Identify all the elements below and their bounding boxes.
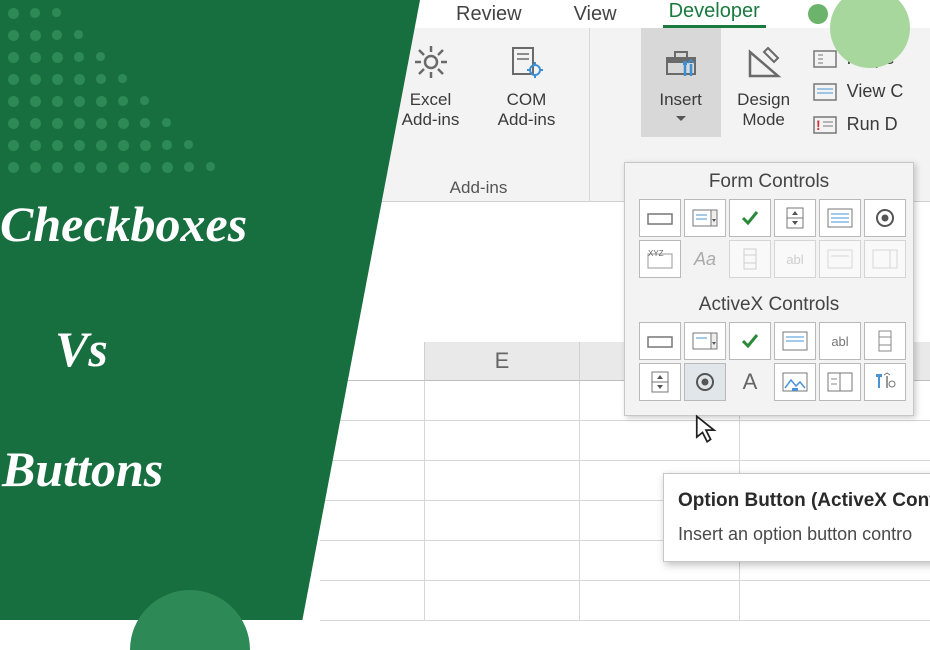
form-checkbox-icon[interactable]	[729, 199, 771, 237]
form-groupbox-icon[interactable]: XYZ	[639, 240, 681, 278]
grid-cell[interactable]	[425, 581, 580, 620]
activex-textbox-icon[interactable]: abl	[819, 322, 861, 360]
insert-controls-popup: Form Controls XYZ Aa abl ActiveX Control…	[624, 162, 914, 416]
activex-controls-grid: abl A	[625, 322, 913, 409]
svg-text:!: !	[816, 117, 821, 133]
activex-toggle-icon[interactable]	[819, 363, 861, 401]
form-textfield-icon[interactable]: abl	[774, 240, 816, 278]
grid-cell[interactable]	[320, 501, 425, 540]
design-mode-label: Design Mode	[737, 90, 790, 130]
run-dialog-icon: !	[811, 115, 839, 135]
form-controls-label: Form Controls	[625, 163, 913, 199]
form-listedit-icon[interactable]	[864, 240, 906, 278]
view-code-icon	[811, 82, 839, 102]
grid-cell[interactable]	[425, 501, 580, 540]
form-scrollbar-icon[interactable]	[729, 240, 771, 278]
ribbon-tabs: Review View Developer	[450, 0, 766, 28]
activex-image-icon[interactable]	[774, 363, 816, 401]
insert-label: Insert	[659, 90, 702, 110]
grid-cell[interactable]	[425, 381, 580, 420]
form-combolist-icon[interactable]	[819, 240, 861, 278]
grid-row	[320, 421, 930, 461]
activex-listbox-icon[interactable]	[774, 322, 816, 360]
form-listbox-icon[interactable]	[819, 199, 861, 237]
svg-text:XYZ: XYZ	[648, 249, 664, 258]
title-line-3: Buttons	[2, 440, 163, 498]
view-code-label: View C	[847, 81, 904, 102]
design-mode-button[interactable]: Design Mode	[721, 28, 807, 137]
gear-document-icon	[505, 40, 549, 84]
activex-more-icon[interactable]	[864, 363, 906, 401]
grid-cell[interactable]	[425, 541, 580, 580]
tooltip-popup: Option Button (ActiveX Cont Insert an op…	[663, 473, 930, 562]
grid-cell[interactable]	[425, 421, 580, 460]
dropdown-caret-icon	[676, 116, 686, 122]
form-controls-grid: XYZ Aa abl	[625, 199, 913, 286]
excel-window: Review View Developer Excel Add-ins COM …	[320, 0, 930, 620]
tooltip-title: Option Button (ActiveX Cont	[678, 490, 930, 512]
dots-pattern: // decorative halftone dots — generated …	[0, 0, 220, 180]
properties-icon	[811, 49, 839, 69]
activex-option-icon[interactable]	[684, 363, 726, 401]
grid-cell[interactable]	[580, 581, 740, 620]
form-spin-icon[interactable]	[774, 199, 816, 237]
deco-circle-small	[808, 4, 828, 24]
grid-row	[320, 581, 930, 621]
tab-review[interactable]: Review	[450, 1, 528, 28]
run-dialog-button[interactable]: ! Run D	[807, 112, 908, 137]
activex-controls-label: ActiveX Controls	[625, 286, 913, 322]
tab-developer[interactable]: Developer	[663, 0, 766, 28]
grid-cell[interactable]	[320, 461, 425, 500]
form-label-icon[interactable]: Aa	[684, 240, 726, 278]
activex-checkbox-icon[interactable]	[729, 322, 771, 360]
view-code-button[interactable]: View C	[807, 79, 908, 104]
col-header-e[interactable]: E	[425, 342, 580, 381]
title-line-2: Vs	[55, 320, 108, 378]
activex-scrollbar-icon[interactable]	[864, 322, 906, 360]
tab-view[interactable]: View	[568, 1, 623, 28]
excel-addins-label: Excel Add-ins	[402, 90, 460, 130]
grid-cell[interactable]	[425, 461, 580, 500]
form-combo-icon[interactable]	[684, 199, 726, 237]
form-option-icon[interactable]	[864, 199, 906, 237]
addins-group-label: Add-ins	[450, 178, 508, 198]
gear-icon	[409, 40, 453, 84]
run-dialog-label: Run D	[847, 114, 898, 135]
grid-cell[interactable]	[740, 581, 930, 620]
activex-combo-icon[interactable]	[684, 322, 726, 360]
grid-cell[interactable]	[320, 541, 425, 580]
design-mode-icon	[742, 40, 786, 84]
com-addins-button[interactable]: COM Add-ins	[479, 28, 575, 130]
tooltip-body: Insert an option button contro	[678, 524, 930, 545]
title-line-1: Checkboxes	[0, 195, 247, 253]
grid-cell[interactable]	[740, 421, 930, 460]
toolbox-icon	[659, 40, 703, 84]
grid-cell[interactable]	[320, 581, 425, 620]
activex-spin-icon[interactable]	[639, 363, 681, 401]
activex-label-icon[interactable]: A	[729, 363, 771, 401]
activex-command-icon[interactable]	[639, 322, 681, 360]
insert-dropdown-button[interactable]: Insert	[641, 28, 721, 137]
form-button-icon[interactable]	[639, 199, 681, 237]
mouse-cursor-icon	[694, 414, 718, 444]
com-addins-label: COM Add-ins	[498, 90, 556, 130]
